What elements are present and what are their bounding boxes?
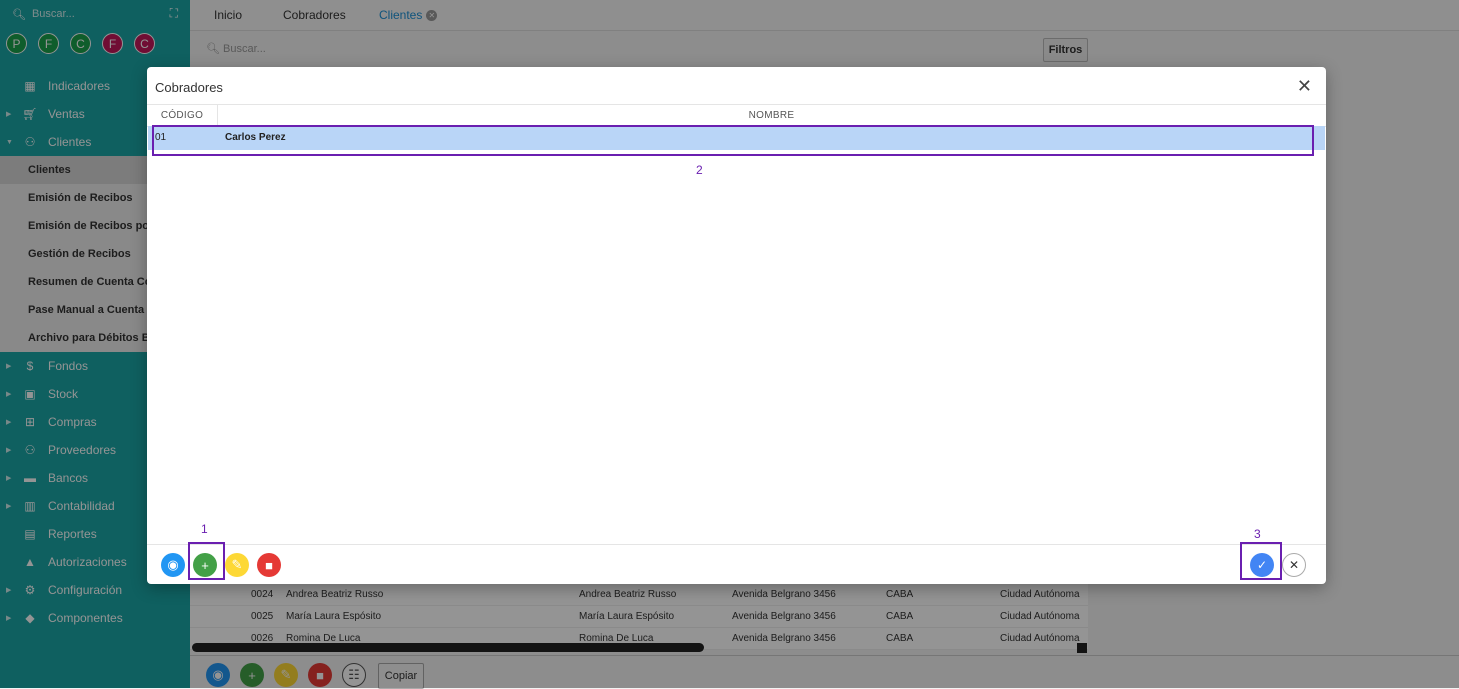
column-header-nombre[interactable]: NOMBRE <box>217 105 1326 126</box>
cobradores-modal: Cobradores ✕ CÓDIGO NOMBRE 01 Carlos Per… <box>147 67 1326 584</box>
annotation-number-2: 2 <box>696 163 703 177</box>
annotation-box-1 <box>188 542 225 580</box>
eye-icon: ◉ <box>167 557 179 572</box>
annotation-number-3: 3 <box>1254 527 1261 541</box>
annotation-box-3 <box>1240 542 1282 580</box>
close-icon[interactable]: ✕ <box>1297 77 1312 95</box>
column-header-codigo[interactable]: CÓDIGO <box>147 105 218 126</box>
cancel-button[interactable]: ✕ <box>1282 553 1306 577</box>
modal-edit-button[interactable]: ✎ <box>225 553 249 577</box>
modal-title: Cobradores <box>155 80 223 95</box>
pencil-icon: ✎ <box>231 557 243 572</box>
modal-delete-button[interactable]: ■ <box>257 553 281 577</box>
annotation-box-2 <box>152 125 1314 156</box>
close-icon: ✕ <box>1288 558 1300 572</box>
modal-view-button[interactable]: ◉ <box>161 553 185 577</box>
annotation-number-1: 1 <box>201 522 208 536</box>
modal-footer: ◉ + ✎ ■ ✓ ✕ <box>147 542 1326 585</box>
modal-table-header: CÓDIGO NOMBRE <box>147 104 1326 127</box>
trash-icon: ■ <box>265 557 273 573</box>
